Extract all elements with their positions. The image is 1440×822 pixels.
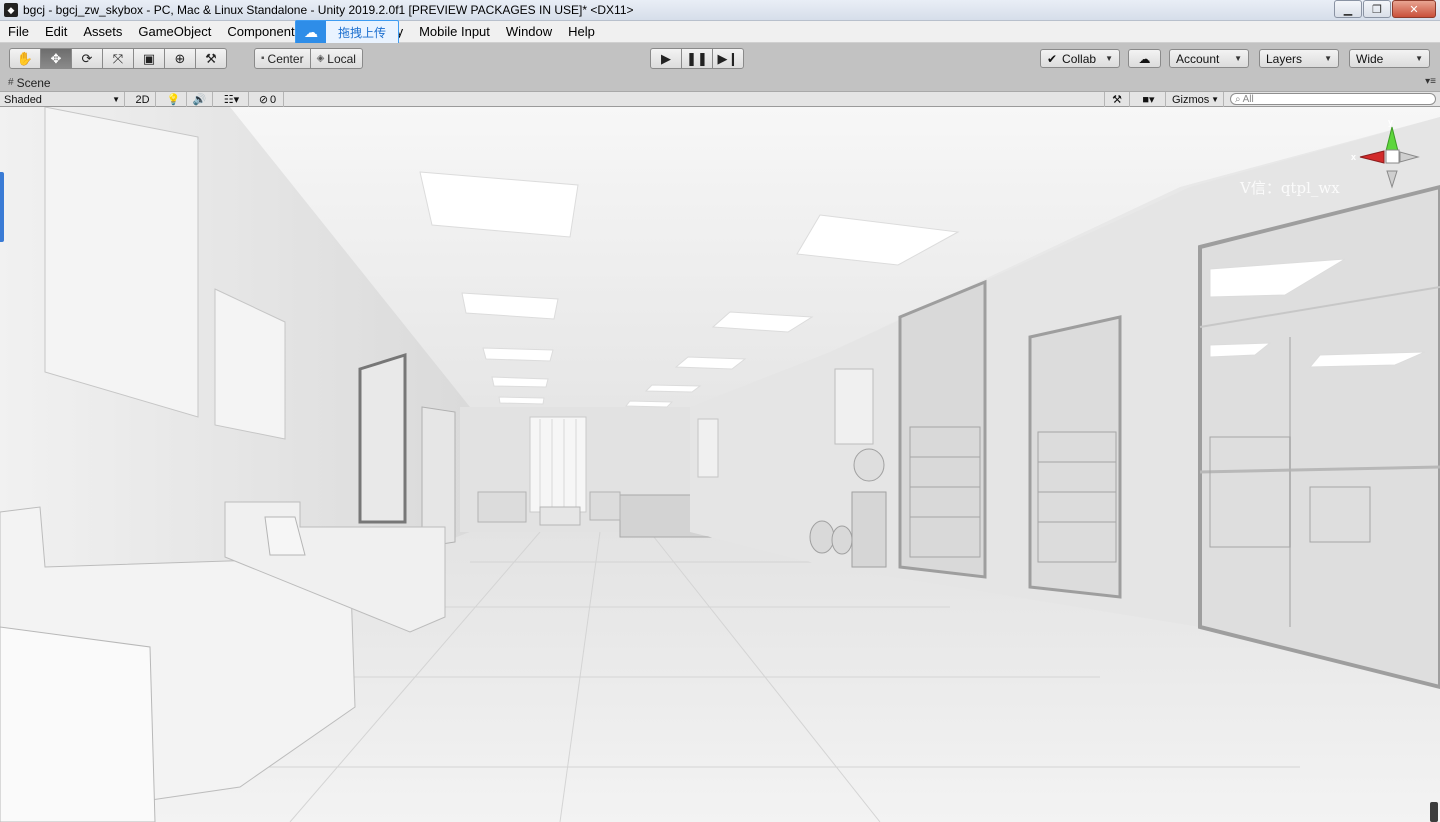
minimize-button[interactable]: ▁ — [1334, 0, 1362, 18]
transform-tools: ✋ ✥ ⟳ ⤧ ▣ ⊕ ⚒ — [9, 48, 227, 69]
chevron-down-icon: ▼ — [1211, 95, 1219, 104]
pivot-controls: ▪ Center ◈ Local — [254, 48, 363, 69]
menu-component[interactable]: Component — [219, 21, 302, 43]
scrollbar-thumb[interactable] — [1430, 802, 1438, 822]
scene-search-input[interactable]: ⌕ All — [1230, 93, 1436, 105]
lightbulb-icon: 💡 — [166, 94, 181, 106]
cube-icon: ◈ — [316, 53, 325, 64]
window-title: bgcj - bgcj_zw_skybox - PC, Mac & Linux … — [23, 3, 634, 17]
layers-label: Layers — [1266, 51, 1303, 66]
account-dropdown[interactable]: Account ▼ — [1169, 49, 1249, 68]
play-controls: ▶ ❚❚ ▶❙ — [650, 48, 744, 69]
menu-file[interactable]: File — [0, 21, 37, 43]
collab-dropdown[interactable]: ✔ Collab ▼ — [1040, 49, 1120, 68]
scene-view-toolbar: Shaded ▼ 2D 💡 🔊 ☷▾ ⊘ 0 ⚒ ■▾ Gizmos ▼ ⌕ A… — [0, 91, 1440, 107]
tab-menu-icon[interactable]: ▾≡ — [1425, 76, 1436, 87]
collab-check-icon: ✔ — [1047, 51, 1058, 66]
unity-app-icon: ◆ — [4, 3, 18, 17]
main-toolbar: ✋ ✥ ⟳ ⤧ ▣ ⊕ ⚒ ▪ Center ◈ Local ▶ ❚❚ ▶❙ ✔ C… — [0, 43, 1440, 73]
rotate-icon[interactable]: ⟳ — [71, 48, 103, 69]
pivot-icon: ▪ — [261, 53, 265, 64]
space-label: Local — [327, 51, 356, 66]
toggle-2d-label: 2D — [135, 93, 150, 106]
window-controls: ▁ ❐ ✕ — [1333, 0, 1436, 18]
tab-scene-label: Scene — [16, 75, 51, 90]
toggle-2d-button[interactable]: 2D — [130, 92, 156, 107]
move-icon[interactable]: ✥ — [40, 48, 72, 69]
pivot-center-button[interactable]: ▪ Center — [254, 48, 311, 69]
scale-icon[interactable]: ⤧ — [102, 48, 134, 69]
cloud-services-button[interactable]: ☁ — [1128, 49, 1161, 68]
camera-icon: ■▾ — [1142, 94, 1155, 106]
drag-upload-widget[interactable]: ☁ 拖拽上传 — [295, 20, 399, 45]
search-icon: ⌕ — [1235, 93, 1241, 105]
tab-scene[interactable]: # Scene — [4, 74, 57, 91]
layout-label: Wide — [1356, 51, 1384, 66]
account-label: Account — [1176, 51, 1220, 66]
search-placeholder: All — [1242, 93, 1254, 105]
chevron-down-icon: ▼ — [1324, 54, 1332, 63]
chevron-down-icon: ▼ — [1234, 54, 1242, 63]
hidden-count: 0 — [270, 93, 277, 106]
cloud-icon: ☁ — [296, 21, 326, 44]
chevron-down-icon: ▼ — [1415, 54, 1423, 63]
pause-icon[interactable]: ❚❚ — [681, 48, 713, 69]
rect-icon[interactable]: ▣ — [133, 48, 165, 69]
hidden-objects-toggle[interactable]: ⊘ 0 — [252, 92, 284, 107]
play-icon[interactable]: ▶ — [650, 48, 682, 69]
step-icon[interactable]: ▶❙ — [712, 48, 744, 69]
y-axis-label: y — [1388, 117, 1394, 127]
audio-toggle[interactable]: 🔊 — [187, 92, 213, 107]
close-button[interactable]: ✕ — [1392, 0, 1436, 18]
camera-dropdown[interactable]: ■▾ — [1132, 92, 1166, 107]
transform-icon[interactable]: ⊕ — [164, 48, 196, 69]
title-bar: ◆ bgcj - bgcj_zw_skybox - PC, Mac & Linu… — [0, 0, 1440, 21]
custom-tool-icon[interactable]: ⚒ — [195, 48, 227, 69]
axis-gizmo-icon — [1359, 126, 1420, 189]
x-axis-label: x — [1351, 152, 1357, 162]
collab-label: Collab — [1062, 51, 1097, 66]
gizmos-label: Gizmos — [1172, 93, 1210, 106]
orientation-gizmo[interactable]: y x — [1350, 117, 1420, 199]
eye-slash-icon: ⊘ — [258, 94, 269, 106]
tools-icon: ⚒ — [1112, 94, 1122, 106]
menu-window[interactable]: Window — [498, 21, 560, 43]
hand-icon[interactable]: ✋ — [9, 48, 41, 69]
pivot-label: Center — [267, 51, 304, 66]
maximize-button[interactable]: ❐ — [1363, 0, 1391, 18]
menu-edit[interactable]: Edit — [37, 21, 75, 43]
layout-dropdown[interactable]: Wide ▼ — [1349, 49, 1430, 68]
draw-mode-label: Shaded — [4, 93, 42, 106]
scene-tab-row: # Scene ▾≡ — [0, 73, 1440, 91]
layers-dropdown[interactable]: Layers ▼ — [1259, 49, 1339, 68]
watermark-text: V信：qtpl_wx — [1240, 179, 1340, 197]
menu-gameobject[interactable]: GameObject — [130, 21, 219, 43]
menu-mobile-input[interactable]: Mobile Input — [411, 21, 498, 43]
scene-tools-button[interactable]: ⚒ — [1104, 92, 1130, 107]
drag-upload-label: 拖拽上传 — [337, 26, 386, 40]
panel-resize-handle[interactable] — [0, 172, 4, 242]
gizmos-dropdown[interactable]: Gizmos ▼ — [1168, 92, 1224, 107]
chevron-down-icon: ▼ — [112, 95, 120, 104]
menu-bar: File Edit Assets GameObject Component y … — [0, 21, 1440, 43]
menu-assets[interactable]: Assets — [75, 21, 130, 43]
cloud-icon: ☁ — [1138, 51, 1151, 66]
effects-icon: ☷▾ — [223, 94, 240, 106]
effects-dropdown[interactable]: ☷▾ — [215, 92, 249, 107]
lighting-toggle[interactable]: 💡 — [161, 92, 187, 107]
chevron-down-icon: ▼ — [1105, 54, 1113, 63]
speaker-icon: 🔊 — [192, 94, 207, 106]
draw-mode-dropdown[interactable]: Shaded ▼ — [0, 92, 125, 107]
office-corridor-render — [0, 107, 1440, 822]
menu-help[interactable]: Help — [560, 21, 603, 43]
scene-viewport[interactable]: V信：qtpl_wx y x — [0, 107, 1440, 822]
scene-grid-icon: # — [8, 77, 14, 88]
pivot-space-button[interactable]: ◈ Local — [309, 48, 363, 69]
